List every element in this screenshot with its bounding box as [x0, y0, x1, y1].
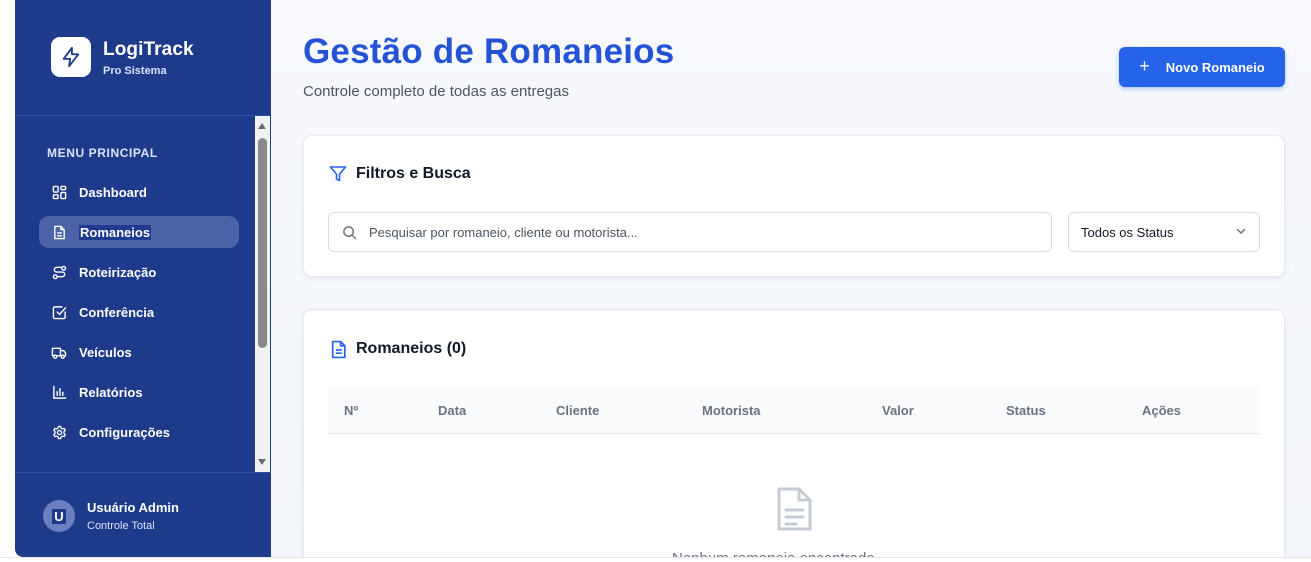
filters-title-text: Filtros e Busca	[356, 165, 471, 182]
route-icon	[51, 264, 67, 280]
sidebar: LogiTrack Pro Sistema MENU PRINCIPAL Das…	[15, 0, 271, 557]
empty-document-icon	[774, 486, 814, 532]
sidebar-item-dashboard[interactable]: Dashboard	[39, 176, 239, 208]
sidebar-item-relatorios[interactable]: Relatórios	[39, 376, 239, 408]
filter-icon	[328, 164, 348, 184]
sidebar-item-conferencia[interactable]: Conferência	[39, 296, 239, 328]
avatar: U	[43, 500, 75, 532]
sidebar-item-label: Configurações	[79, 424, 171, 440]
status-select-value: Todos os Status	[1081, 224, 1174, 240]
filters-title: Filtros e Busca	[328, 164, 471, 184]
chevron-down-icon	[1235, 225, 1247, 240]
romaneios-card: Romaneios (0) Nº Data Cliente Motorista …	[303, 309, 1285, 562]
column-header-status[interactable]: Status	[1006, 403, 1046, 418]
plus-icon: +	[1139, 55, 1150, 76]
brand: LogiTrack Pro Sistema	[15, 0, 271, 116]
table-header: Nº Data Cliente Motorista Valor Status A…	[328, 386, 1260, 434]
scroll-down-arrow-icon[interactable]	[258, 459, 266, 465]
main-content: Gestão de Romaneios Controle completo de…	[271, 0, 1311, 562]
sidebar-item-label: Romaneios	[79, 224, 152, 240]
user-profile[interactable]: U Usuário Admin Controle Total	[15, 472, 271, 557]
romaneios-title: Romaneios (0)	[328, 339, 466, 359]
gear-icon	[51, 424, 67, 440]
page-title: Gestão de Romaneios	[303, 32, 675, 71]
sidebar-menu: MENU PRINCIPAL Dashboard Romaneios Rotei…	[15, 116, 271, 472]
filters-card: Filtros e Busca Todos os Status	[303, 135, 1285, 277]
romaneios-title-text: Romaneios (0)	[356, 340, 467, 357]
brand-subtitle: Pro Sistema	[103, 65, 167, 77]
page-subtitle: Controle completo de todas as entregas	[303, 83, 569, 100]
sidebar-item-veiculos[interactable]: Veículos	[39, 336, 239, 368]
sidebar-item-label: Relatórios	[79, 384, 143, 400]
search-field[interactable]	[328, 212, 1052, 252]
new-romaneio-button[interactable]: + Novo Romaneio	[1119, 47, 1285, 87]
user-name: Usuário Admin	[87, 500, 179, 515]
document-icon	[328, 339, 348, 359]
user-role: Controle Total	[87, 520, 155, 532]
lightning-logo-icon	[51, 37, 91, 77]
column-header-motorista[interactable]: Motorista	[702, 403, 761, 418]
sidebar-item-roteirizacao[interactable]: Roteirização	[39, 256, 239, 288]
sidebar-item-label: Conferência	[79, 304, 155, 320]
new-romaneio-label: Novo Romaneio	[1165, 59, 1265, 75]
sidebar-item-label: Veículos	[79, 344, 132, 360]
column-header-numero[interactable]: Nº	[344, 403, 358, 418]
search-input[interactable]	[369, 224, 1029, 240]
search-icon	[341, 224, 357, 240]
scrollbar-thumb[interactable]	[258, 138, 267, 348]
checkbox-icon	[51, 304, 67, 320]
document-icon	[51, 224, 67, 240]
window-bottom-edge	[0, 557, 1311, 562]
column-header-valor[interactable]: Valor	[882, 403, 914, 418]
column-header-data[interactable]: Data	[438, 403, 466, 418]
scroll-up-arrow-icon[interactable]	[258, 123, 266, 129]
column-header-acoes: Ações	[1142, 403, 1182, 418]
status-select[interactable]: Todos os Status	[1068, 212, 1260, 252]
avatar-initial: U	[52, 508, 66, 524]
sidebar-item-label: Dashboard	[79, 184, 147, 200]
sidebar-item-romaneios[interactable]: Romaneios	[39, 216, 239, 248]
column-header-cliente[interactable]: Cliente	[556, 403, 599, 418]
dashboard-icon	[51, 184, 67, 200]
sidebar-item-label: Roteirização	[79, 264, 157, 280]
menu-section-title: MENU PRINCIPAL	[47, 146, 158, 160]
brand-name: LogiTrack	[103, 39, 194, 60]
sidebar-scrollbar[interactable]	[255, 116, 270, 472]
truck-icon	[51, 344, 67, 360]
bar-chart-icon	[51, 384, 67, 400]
sidebar-item-configuracoes[interactable]: Configurações	[39, 416, 239, 448]
